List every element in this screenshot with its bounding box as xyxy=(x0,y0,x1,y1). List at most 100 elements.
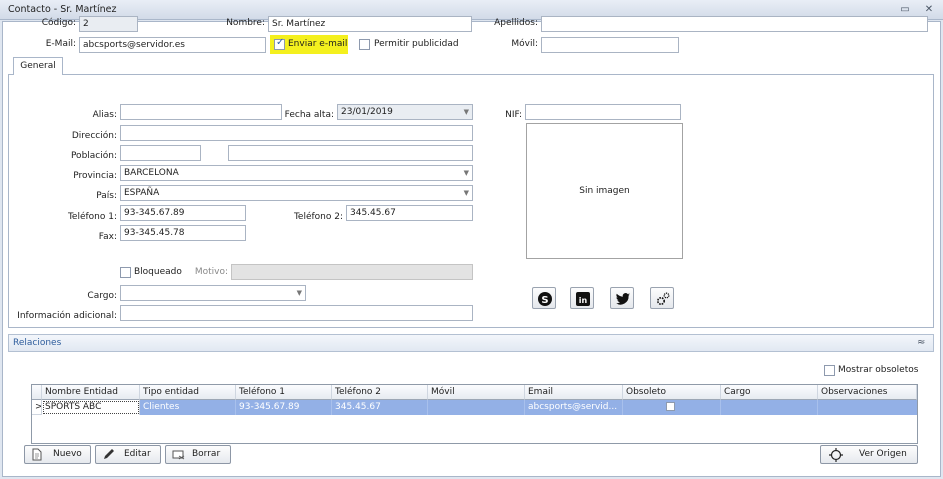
close-icon[interactable]: ✕ xyxy=(922,3,936,17)
movil-field[interactable] xyxy=(541,37,679,53)
fecha-alta-label: Fecha alta: xyxy=(284,110,334,120)
apellidos-label: Apellidos: xyxy=(494,18,538,28)
cell-nombre-entidad[interactable]: SPORTS ABC xyxy=(42,400,140,415)
borrar-button-label: Borrar xyxy=(192,449,221,459)
col-header-nombre-entidad[interactable]: Nombre Entidad xyxy=(42,385,140,400)
info-adicional-field[interactable] xyxy=(120,305,473,321)
linkedin-button[interactable]: in xyxy=(570,287,594,309)
cell-telefono1[interactable]: 93-345.67.89 xyxy=(236,400,332,415)
skype-button[interactable]: S xyxy=(532,287,556,309)
svg-text:S: S xyxy=(541,295,548,306)
nuevo-button-label: Nuevo xyxy=(53,449,82,459)
codigo-postal-field[interactable] xyxy=(120,145,201,161)
cell-tipo-entidad[interactable]: Clientes xyxy=(140,400,236,415)
mostrar-obsoletos-label: Mostrar obsoletos xyxy=(838,365,919,375)
new-document-icon xyxy=(32,448,42,461)
nombre-label: Nombre: xyxy=(226,18,265,28)
target-icon xyxy=(829,448,843,462)
editar-button[interactable]: Editar xyxy=(95,445,161,464)
cargo-dropdown-icon[interactable]: ▼ xyxy=(297,286,302,300)
provincia-select[interactable]: BARCELONA ▼ xyxy=(120,165,473,181)
pais-label: País: xyxy=(96,191,117,201)
mostrar-obsoletos-checkbox[interactable] xyxy=(824,365,835,376)
minimize-icon[interactable]: ▭ xyxy=(898,3,912,17)
provincia-label: Provincia: xyxy=(73,171,117,181)
permitir-publicidad-label: Permitir publicidad xyxy=(374,39,459,49)
settings-button[interactable] xyxy=(650,287,674,309)
skype-icon: S xyxy=(538,292,552,306)
image-placeholder-text: Sin imagen xyxy=(579,186,630,196)
cell-observaciones[interactable] xyxy=(818,400,917,415)
col-header-obsoleto[interactable]: Obsoleto xyxy=(623,385,721,400)
pais-value: ESPAÑA xyxy=(124,188,160,198)
cell-obsoleto[interactable] xyxy=(623,400,721,415)
delete-icon xyxy=(172,450,185,460)
permitir-publicidad-checkbox[interactable] xyxy=(359,39,370,50)
collapse-icon[interactable]: ≈ xyxy=(917,337,925,348)
cell-email[interactable]: abcsports@servid... xyxy=(525,400,623,415)
editar-button-label: Editar xyxy=(124,449,151,459)
twitter-button[interactable] xyxy=(610,287,634,309)
cell-movil[interactable] xyxy=(428,400,525,415)
email-field[interactable]: abcsports@servidor.es xyxy=(79,37,266,53)
ver-origen-button[interactable]: Ver Origen xyxy=(820,445,918,464)
nif-field[interactable] xyxy=(525,104,681,120)
email-label: E-Mail: xyxy=(45,39,76,49)
window-title: Contacto - Sr. Martínez xyxy=(8,4,117,15)
col-header-movil[interactable]: Móvil xyxy=(428,385,525,400)
contact-image-box[interactable]: Sin imagen xyxy=(526,123,683,259)
pencil-icon xyxy=(104,449,114,459)
row-indicator-icon: > xyxy=(32,400,42,415)
col-header-tipo-entidad[interactable]: Tipo entidad xyxy=(140,385,236,400)
telefono2-field[interactable]: 345.45.67 xyxy=(346,205,473,221)
linkedin-icon: in xyxy=(576,292,590,306)
col-header-telefono1[interactable]: Teléfono 1 xyxy=(236,385,332,400)
fecha-alta-field[interactable]: 23/01/2019 ▼ xyxy=(337,104,473,120)
col-header-telefono2[interactable]: Teléfono 2 xyxy=(332,385,428,400)
tab-general[interactable]: General xyxy=(13,57,63,75)
cell-telefono2[interactable]: 345.45.67 xyxy=(332,400,428,415)
cell-cargo[interactable] xyxy=(721,400,818,415)
settings-gears-icon xyxy=(656,292,670,306)
nuevo-button[interactable]: Nuevo xyxy=(24,445,91,464)
cargo-label: Cargo: xyxy=(87,291,117,301)
provincia-value: BARCELONA xyxy=(124,168,179,178)
motivo-label: Motivo: xyxy=(194,267,228,277)
fax-field[interactable]: 93-345.45.78 xyxy=(120,225,246,241)
info-adicional-label: Información adicional: xyxy=(17,311,117,321)
direccion-label: Dirección: xyxy=(71,131,117,141)
alias-field[interactable] xyxy=(120,104,282,120)
selected-row-cells[interactable]: Clientes 93-345.67.89 345.45.67 abcsport… xyxy=(140,400,917,415)
codigo-field[interactable]: 2 xyxy=(79,16,138,32)
relaciones-grid: Nombre Entidad Tipo entidad Teléfono 1 T… xyxy=(31,384,918,444)
svg-text:in: in xyxy=(579,296,588,305)
col-header-email[interactable]: Email xyxy=(525,385,623,400)
poblacion-field[interactable] xyxy=(228,145,473,161)
fax-label: Fax: xyxy=(98,232,117,242)
table-row[interactable]: > SPORTS ABC Clientes 93-345.67.89 345.4… xyxy=(32,400,917,415)
bloqueado-checkbox[interactable] xyxy=(120,267,131,278)
relaciones-section-header[interactable]: Relaciones ≈ xyxy=(8,334,934,352)
pais-dropdown-icon[interactable]: ▼ xyxy=(464,186,469,200)
provincia-dropdown-icon[interactable]: ▼ xyxy=(464,166,469,180)
borrar-button[interactable]: Borrar xyxy=(165,445,231,464)
enviar-email-checkbox[interactable] xyxy=(274,37,285,50)
fecha-alta-dropdown-icon[interactable]: ▼ xyxy=(464,105,469,119)
nif-label: NIF: xyxy=(505,110,522,120)
apellidos-field[interactable] xyxy=(541,16,928,32)
codigo-label: Código: xyxy=(41,18,76,28)
bloqueado-label: Bloqueado xyxy=(134,267,182,277)
col-header-observaciones[interactable]: Observaciones xyxy=(818,385,917,400)
cargo-select[interactable]: ▼ xyxy=(120,285,306,301)
obsoleto-checkbox[interactable] xyxy=(666,402,675,411)
alias-label: Alias: xyxy=(92,110,117,120)
twitter-icon xyxy=(616,293,630,305)
telefono1-field[interactable]: 93-345.67.89 xyxy=(120,205,246,221)
col-header-cargo[interactable]: Cargo xyxy=(721,385,818,400)
grid-corner xyxy=(32,385,42,400)
pais-select[interactable]: ESPAÑA ▼ xyxy=(120,185,473,201)
relaciones-title: Relaciones xyxy=(13,338,62,348)
direccion-field[interactable] xyxy=(120,125,473,141)
nombre-field[interactable]: Sr. Martínez xyxy=(268,16,472,32)
poblacion-label: Población: xyxy=(70,151,117,161)
